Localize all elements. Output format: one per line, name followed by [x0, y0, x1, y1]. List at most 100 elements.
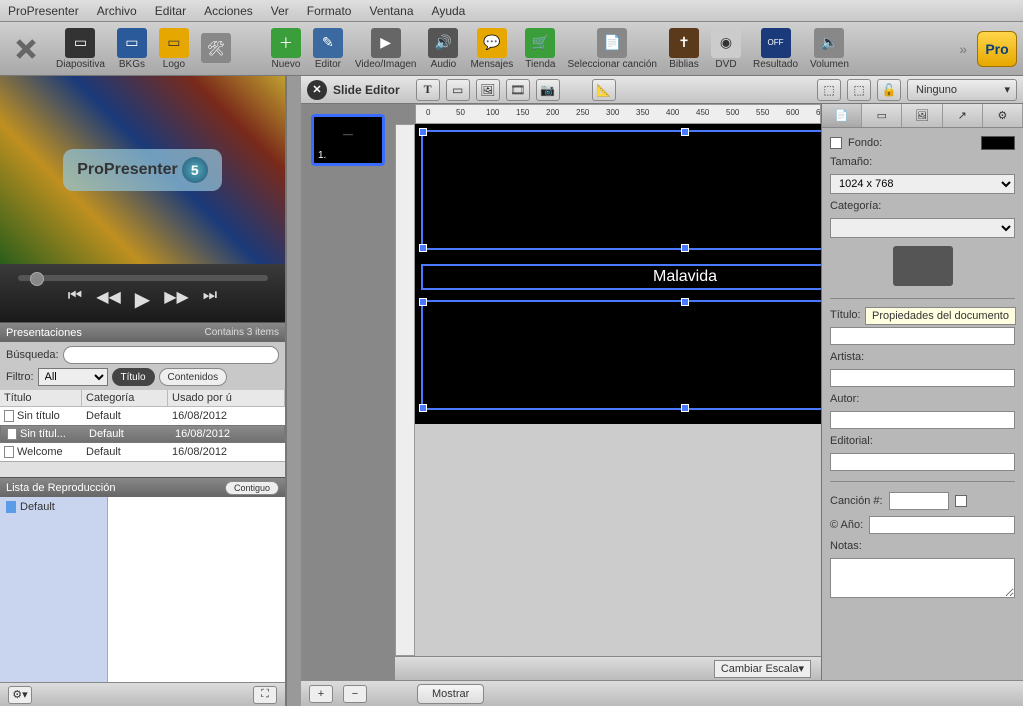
notas-input[interactable]	[830, 558, 1015, 598]
menu-ayuda[interactable]: Ayuda	[432, 4, 466, 18]
mostrar-button[interactable]: Mostrar	[417, 684, 484, 704]
titulo-input[interactable]	[830, 327, 1015, 345]
messages-icon: 💬	[477, 28, 507, 58]
arrange-button[interactable]: ⬚	[847, 79, 871, 101]
size-select[interactable]: 1024 x 768	[830, 174, 1015, 194]
selection-box-text[interactable]: Malavida	[421, 264, 821, 290]
next-icon[interactable]: ▶▶	[164, 287, 189, 312]
col-title[interactable]: Título	[0, 390, 82, 406]
pro-badge[interactable]: Pro	[977, 31, 1017, 67]
editor-area: ✕ Slide Editor T ▭ 🖼 🎞 📷 📐 ⬚ ⬚ 🔓 Ninguno…	[301, 76, 1023, 706]
tb-volumen[interactable]: 🔈Volumen	[810, 28, 849, 70]
live-tool-button[interactable]: 📷	[536, 79, 560, 101]
template-preview[interactable]	[893, 246, 953, 286]
audio-icon: 🔊	[428, 28, 458, 58]
image-tool-button[interactable]: 🖼	[476, 79, 500, 101]
tb-tools[interactable]: 🛠	[201, 33, 231, 64]
ruler-button[interactable]: 📐	[592, 79, 616, 101]
close-editor-button[interactable]: ✕	[307, 80, 327, 100]
remove-slide-button[interactable]: −	[343, 685, 367, 703]
slide-canvas[interactable]: Malavida	[415, 124, 821, 424]
menu-archivo[interactable]: Archivo	[97, 4, 137, 18]
table-header: Título Categoría Usado por ú	[0, 390, 285, 407]
tb-dvd[interactable]: ◉DVD	[711, 28, 741, 70]
tb-diapositiva[interactable]: ▭Diapositiva	[56, 28, 105, 70]
tab-build[interactable]: ↗	[943, 104, 983, 127]
editorial-input[interactable]	[830, 453, 1015, 471]
tab-settings[interactable]: ⚙	[983, 104, 1023, 127]
overflow-icon[interactable]: »	[959, 41, 967, 57]
menu-ver[interactable]: Ver	[271, 4, 289, 18]
scrubber[interactable]	[18, 275, 268, 281]
filter-select[interactable]: All	[38, 368, 108, 386]
tb-audio[interactable]: 🔊Audio	[428, 28, 458, 70]
menu-acciones[interactable]: Acciones	[204, 4, 253, 18]
slide-text[interactable]: Malavida	[423, 268, 821, 286]
artista-input[interactable]	[830, 369, 1015, 387]
tab-slide[interactable]: ▭	[862, 104, 902, 127]
tb-logo[interactable]: ▭Logo	[159, 28, 189, 70]
preview-brand-text: ProPresenter	[77, 161, 178, 179]
tb-tienda[interactable]: 🛒Tienda	[525, 28, 555, 70]
tb-editor[interactable]: ✎Editor	[313, 28, 343, 70]
cancion-check[interactable]	[955, 495, 967, 507]
h-scrollbar[interactable]	[0, 461, 285, 477]
main-toolbar: ▭Diapositiva ▭BKGs ▭Logo 🛠 ＋Nuevo ✎Edito…	[0, 22, 1023, 76]
col-used[interactable]: Usado por ú	[168, 390, 285, 406]
tb-tienda-label: Tienda	[525, 59, 555, 70]
tab-document[interactable]: 📄	[822, 104, 862, 127]
scale-dropdown[interactable]: Cambiar Escala ▾	[714, 660, 811, 678]
playlist-item[interactable]: Default	[0, 497, 107, 517]
cancion-input[interactable]	[889, 492, 949, 510]
video-tool-button[interactable]: 🎞	[506, 79, 530, 101]
dvd-icon: ◉	[711, 28, 741, 58]
menu-ventana[interactable]: Ventana	[369, 4, 413, 18]
add-slide-button[interactable]: +	[309, 685, 333, 703]
align-button[interactable]: ⬚	[817, 79, 841, 101]
first-icon[interactable]: ⏮	[68, 287, 82, 312]
tb-video[interactable]: ▶Video/Imagen	[355, 28, 417, 70]
category-select[interactable]	[830, 218, 1015, 238]
expand-button[interactable]: ⛶	[253, 686, 277, 704]
menu-formato[interactable]: Formato	[307, 4, 352, 18]
last-icon[interactable]: ⏭	[203, 287, 217, 312]
filter-content-button[interactable]: Contenidos	[159, 368, 228, 386]
tb-resultado[interactable]: OFFResultado	[753, 28, 798, 70]
fondo-color[interactable]	[981, 136, 1015, 150]
text-tool-button[interactable]: T	[416, 79, 440, 101]
slide-thumb[interactable]: 1.	[311, 114, 385, 166]
table-row[interactable]: WelcomeDefault16/08/2012	[0, 443, 285, 461]
tb-nuevo[interactable]: ＋Nuevo	[271, 28, 301, 70]
filter-title-button[interactable]: Título	[112, 368, 155, 386]
tb-bkgs[interactable]: ▭BKGs	[117, 28, 147, 70]
template-dropdown[interactable]: Ninguno	[907, 79, 1017, 101]
menu-editar[interactable]: Editar	[155, 4, 186, 18]
menu-bar: ProPresenter Archivo Editar Acciones Ver…	[0, 0, 1023, 22]
file-icon	[4, 446, 14, 458]
playlist-item-label: Default	[20, 501, 55, 513]
gear-button[interactable]: ⚙▾	[8, 686, 32, 704]
tb-logo-label: Logo	[163, 59, 185, 70]
fondo-checkbox[interactable]	[830, 137, 842, 149]
selection-box-top[interactable]	[421, 130, 821, 250]
selection-box-bottom[interactable]	[421, 300, 821, 410]
prev-icon[interactable]: ◀◀	[96, 287, 121, 312]
tb-biblias[interactable]: ✝Biblias	[669, 28, 699, 70]
table-row[interactable]: Sin títuloDefault16/08/2012	[0, 407, 285, 425]
playlist-mode-button[interactable]: Contiguo	[225, 481, 279, 495]
shape-tool-button[interactable]: ▭	[446, 79, 470, 101]
fondo-label: Fondo:	[848, 137, 882, 149]
close-x-button[interactable]	[12, 35, 40, 63]
search-input[interactable]	[63, 346, 279, 364]
tb-cancion[interactable]: 📄Seleccionar canción	[567, 28, 657, 70]
lock-button[interactable]: 🔓	[877, 79, 901, 101]
play-icon[interactable]: ▶	[135, 287, 150, 312]
autor-input[interactable]	[830, 411, 1015, 429]
tb-mensajes[interactable]: 💬Mensajes	[470, 28, 513, 70]
canvas-scroll[interactable]: Malavida	[415, 124, 821, 656]
tab-media[interactable]: 🖼	[902, 104, 942, 127]
table-row[interactable]: Sin títul...Default16/08/2012	[0, 425, 285, 443]
ano-input[interactable]	[869, 516, 1015, 534]
col-category[interactable]: Categoría	[82, 390, 168, 406]
menu-propresenter[interactable]: ProPresenter	[8, 4, 79, 18]
